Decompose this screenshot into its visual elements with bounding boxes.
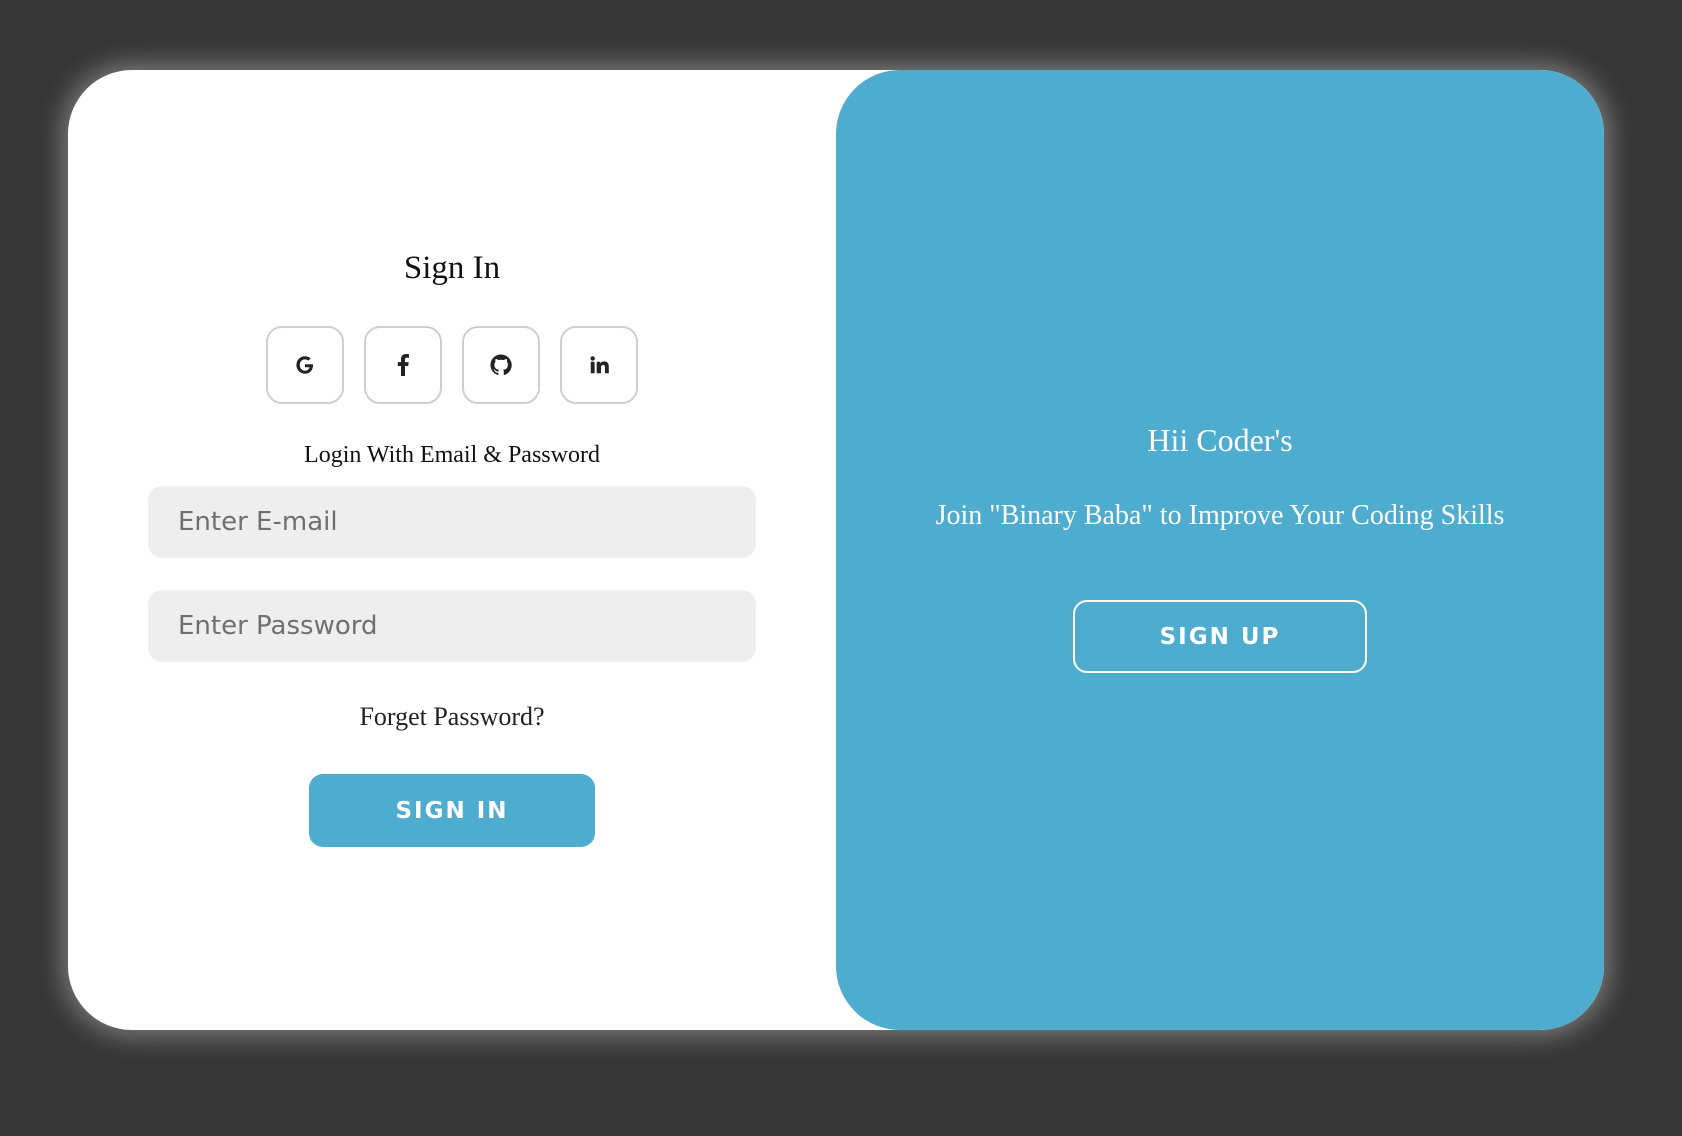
google-icon [294, 354, 316, 376]
auth-card: Sign In Login With Email & Password Ente… [68, 70, 1604, 1030]
facebook-login-button[interactable] [364, 326, 442, 404]
password-field[interactable] [148, 590, 756, 662]
greeting-heading: Hii Coder's [1147, 422, 1293, 458]
forgot-password-link[interactable]: Forget Password? [68, 702, 836, 732]
github-icon [489, 353, 513, 377]
social-login-row [68, 326, 836, 404]
facebook-icon [396, 354, 410, 376]
join-message: Join "Binary Baba" to Improve Your Codin… [935, 500, 1505, 531]
linkedin-login-button[interactable] [560, 326, 638, 404]
sign-in-panel: Sign In Login With Email & Password Ente… [68, 70, 836, 1030]
sign-up-button[interactable]: SIGN UP [1073, 600, 1367, 673]
sign-up-panel: Hii Coder's Join "Binary Baba" to Improv… [836, 70, 1604, 1030]
linkedin-icon [588, 354, 610, 376]
github-login-button[interactable] [462, 326, 540, 404]
login-subtitle: Login With Email & Password [304, 442, 600, 468]
email-field[interactable] [148, 486, 756, 558]
google-login-button[interactable] [266, 326, 344, 404]
sign-in-title: Sign In [403, 250, 501, 286]
sign-in-button[interactable]: SIGN IN [309, 774, 595, 847]
